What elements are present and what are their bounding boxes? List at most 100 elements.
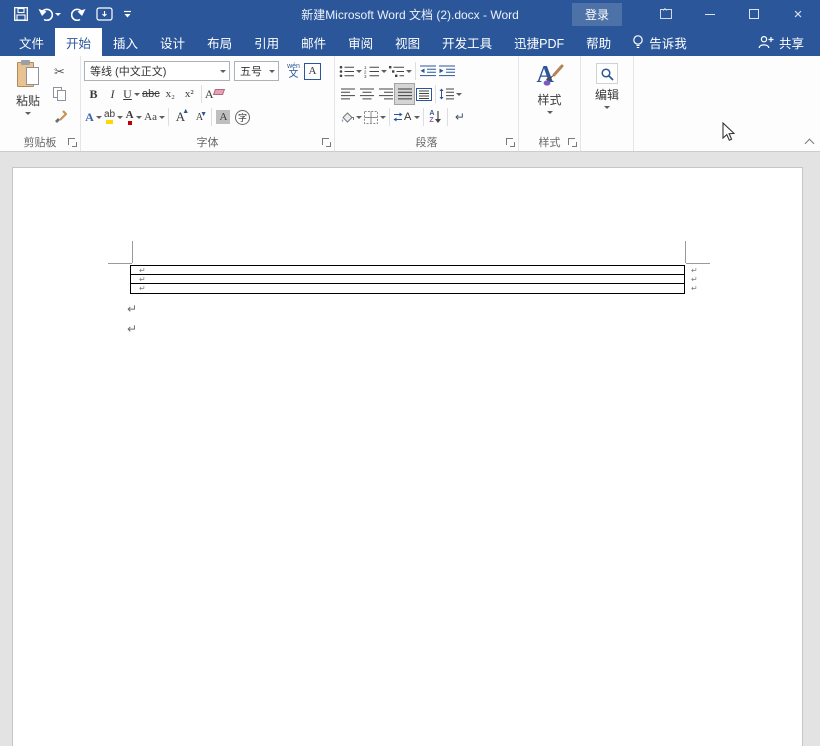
change-case-caret[interactable] [159, 116, 165, 119]
tab-file[interactable]: 文件 [8, 28, 55, 56]
undo-dropdown-caret[interactable] [55, 13, 61, 16]
table-row[interactable]: ↵ ↵ [131, 275, 684, 284]
tab-mailings[interactable]: 邮件 [290, 28, 337, 56]
font-dialog-launcher[interactable] [322, 138, 331, 147]
numbering-caret[interactable] [381, 70, 387, 73]
enclose-characters-button[interactable]: 字 [233, 107, 252, 127]
group-editing: 编辑 [581, 56, 634, 151]
numbering-button[interactable]: 123 [363, 61, 388, 81]
borders-caret[interactable] [380, 116, 386, 119]
document-page[interactable]: ↵ ↵ ↵ ↵ ↵ ↵ ↵ ↵ [12, 167, 803, 746]
asian-layout-button[interactable]: A [392, 107, 421, 127]
collapse-ribbon-icon[interactable] [805, 137, 814, 146]
redo-button[interactable] [71, 4, 86, 24]
align-center-button[interactable] [357, 84, 376, 104]
highlight-caret[interactable] [117, 116, 123, 119]
font-color-button[interactable]: A [124, 107, 143, 127]
asian-layout-caret[interactable] [414, 116, 420, 119]
font-name-caret[interactable] [220, 70, 226, 73]
underline-caret[interactable] [134, 93, 140, 96]
minimize-button[interactable] [688, 0, 732, 28]
clear-formatting-button[interactable]: A [204, 84, 223, 104]
styles-button[interactable]: A 样式 [522, 60, 577, 114]
tab-home[interactable]: 开始 [55, 28, 102, 56]
maximize-button[interactable] [732, 0, 776, 28]
save-icon[interactable] [14, 4, 28, 24]
italic-button[interactable]: I [103, 84, 122, 104]
align-left-button[interactable] [338, 84, 357, 104]
close-button[interactable]: × [776, 0, 820, 28]
shading-caret[interactable] [356, 116, 362, 119]
font-color-caret[interactable] [136, 116, 142, 119]
copy-button[interactable] [50, 84, 69, 104]
tab-insert[interactable]: 插入 [102, 28, 149, 56]
increase-indent-button[interactable] [437, 61, 456, 81]
text-effects-caret[interactable] [96, 116, 102, 119]
line-spacing-button[interactable] [438, 84, 463, 104]
tab-references[interactable]: 引用 [243, 28, 290, 56]
shrink-font-button[interactable]: A▼ [190, 107, 209, 127]
word-window: { "titlebar": { "title": "新建Microsoft Wo… [0, 0, 820, 746]
font-size-caret[interactable] [269, 70, 275, 73]
customize-qat-dropdown[interactable] [123, 4, 132, 24]
row-end-mark: ↵ [691, 275, 698, 284]
styles-dialog-launcher[interactable] [568, 138, 577, 147]
borders-button[interactable] [363, 107, 387, 127]
bullets-button[interactable] [338, 61, 363, 81]
clipboard-dialog-launcher[interactable] [68, 138, 77, 147]
text-highlight-button[interactable]: ab [103, 107, 124, 127]
change-case-button[interactable]: Aa [143, 107, 166, 127]
asian-layout-icon [393, 111, 403, 123]
sort-button[interactable]: AZ [426, 107, 445, 127]
subscript-button[interactable]: x₂ [161, 84, 180, 104]
text-effects-button[interactable]: A [84, 107, 103, 127]
grow-font-button[interactable]: A▲ [171, 107, 190, 127]
paragraph-dialog-launcher[interactable] [506, 138, 515, 147]
group-clipboard: 粘贴 ✂ 剪贴板 [0, 56, 81, 151]
sign-in-button[interactable]: 登录 [572, 3, 622, 26]
editing-button[interactable]: 编辑 [584, 60, 630, 109]
tell-me-button[interactable]: 告诉我 [622, 28, 697, 56]
align-left-icon [341, 88, 355, 100]
title-bar-controls: 登录 × [572, 0, 820, 28]
multilevel-list-button[interactable] [388, 61, 413, 81]
editing-caret[interactable] [604, 106, 610, 109]
table-row[interactable]: ↵ ↵ [131, 284, 684, 293]
character-shading-button[interactable]: A [214, 107, 233, 127]
character-border-button[interactable]: A [303, 61, 322, 81]
show-hide-marks-button[interactable]: ↵ [450, 107, 469, 127]
paste-button[interactable]: 粘贴 [9, 61, 47, 135]
tab-design[interactable]: 设计 [149, 28, 196, 56]
paste-dropdown-caret[interactable] [25, 112, 31, 115]
table-row[interactable]: ↵ ↵ [131, 266, 684, 275]
ribbon-display-options-button[interactable] [644, 0, 688, 28]
tab-layout[interactable]: 布局 [196, 28, 243, 56]
strikethrough-button[interactable]: abc [141, 84, 161, 104]
decrease-indent-button[interactable] [418, 61, 437, 81]
document-table[interactable]: ↵ ↵ ↵ ↵ ↵ ↵ [130, 265, 685, 294]
tab-review[interactable]: 审阅 [337, 28, 384, 56]
justify-button[interactable] [395, 84, 414, 104]
bold-button[interactable]: B [84, 84, 103, 104]
shading-button[interactable] [338, 107, 363, 127]
line-spacing-caret[interactable] [456, 93, 462, 96]
font-name-combobox[interactable]: 等线 (中文正文) [84, 61, 230, 81]
undo-button[interactable] [38, 4, 61, 24]
cut-button[interactable]: ✂ [50, 61, 69, 81]
format-painter-button[interactable] [50, 107, 69, 127]
phonetic-guide-button[interactable]: wén文 [284, 61, 303, 81]
tab-view[interactable]: 视图 [384, 28, 431, 56]
align-right-button[interactable] [376, 84, 395, 104]
touch-mouse-mode-icon[interactable] [96, 4, 113, 24]
multilevel-list-caret[interactable] [406, 70, 412, 73]
styles-caret[interactable] [547, 111, 553, 114]
superscript-button[interactable]: x² [180, 84, 199, 104]
tab-xunjie-pdf[interactable]: 迅捷PDF [503, 28, 575, 56]
distribute-button[interactable] [414, 84, 433, 104]
underline-button[interactable]: U [122, 84, 141, 104]
tab-help[interactable]: 帮助 [575, 28, 622, 56]
font-size-combobox[interactable]: 五号 [234, 61, 279, 81]
tab-developer[interactable]: 开发工具 [431, 28, 503, 56]
share-button[interactable]: 共享 [748, 28, 814, 56]
bullets-caret[interactable] [356, 70, 362, 73]
